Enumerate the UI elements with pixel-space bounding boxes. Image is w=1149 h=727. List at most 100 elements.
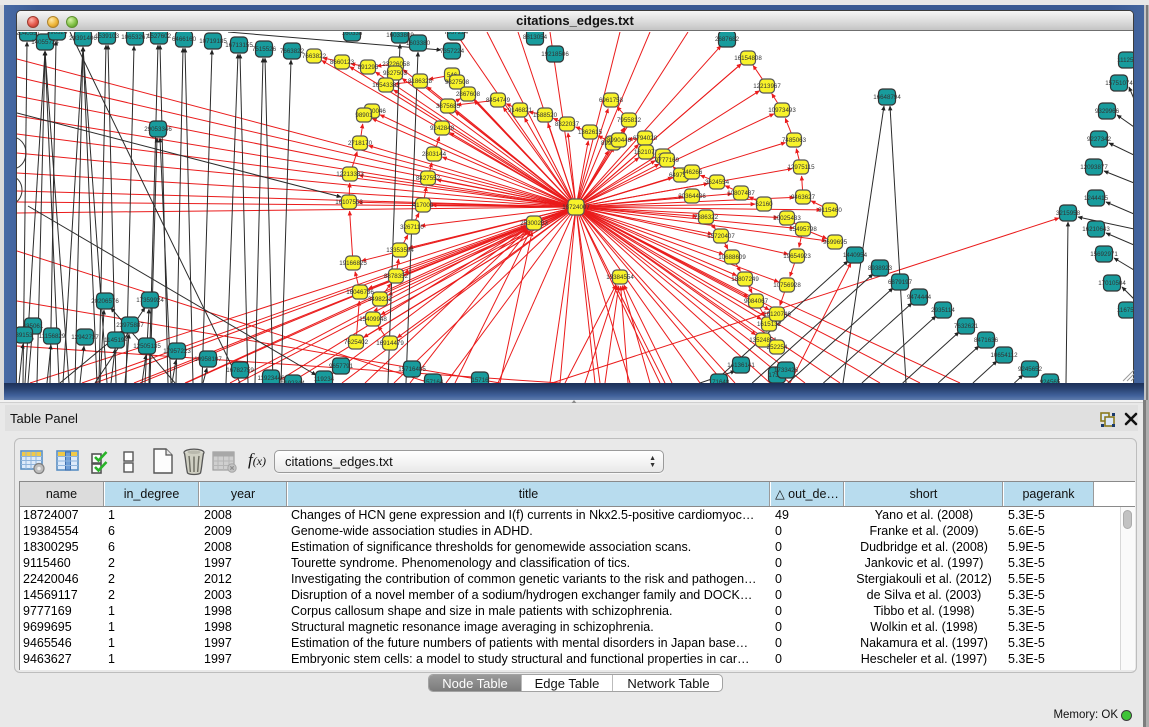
svg-text:16782759: 16782759 — [226, 367, 254, 374]
svg-text:15409948: 15409948 — [359, 316, 387, 323]
svg-text:7625402: 7625402 — [344, 339, 369, 346]
svg-text:16713155: 16713155 — [225, 42, 253, 49]
svg-text:16154808: 16154808 — [734, 55, 762, 62]
svg-text:12505135: 12505135 — [133, 343, 161, 350]
svg-text:157164: 157164 — [423, 379, 444, 383]
svg-text:8322037: 8322037 — [555, 121, 580, 128]
svg-text:9327503: 9327503 — [383, 70, 408, 77]
svg-text:17957223: 17957223 — [163, 348, 191, 355]
svg-text:13353594: 13353594 — [386, 247, 414, 254]
svg-text:171648: 171648 — [709, 379, 730, 383]
svg-text:2687682: 2687682 — [715, 36, 740, 43]
svg-text:16210643: 16210643 — [1082, 226, 1110, 233]
svg-text:7663822: 7663822 — [280, 48, 305, 55]
svg-text:111254: 111254 — [1117, 57, 1133, 64]
svg-text:417006: 417006 — [413, 202, 434, 209]
svg-text:9699695: 9699695 — [823, 239, 848, 246]
svg-text:12213383: 12213383 — [336, 171, 364, 178]
svg-text:8660123: 8660123 — [330, 59, 355, 66]
svg-text:7515526: 7515526 — [252, 46, 277, 53]
svg-text:39153: 39153 — [17, 332, 33, 339]
svg-text:12942737: 12942737 — [71, 334, 99, 341]
svg-text:9329966: 9329966 — [1095, 108, 1120, 115]
svg-text:6466160: 6466160 — [172, 36, 197, 43]
svg-text:7955812: 7955812 — [617, 117, 642, 124]
svg-text:3215958: 3215958 — [1056, 210, 1081, 217]
svg-text:10958107: 10958107 — [194, 356, 222, 363]
svg-text:9115460: 9115460 — [818, 207, 842, 214]
svg-text:18724007: 18724007 — [562, 204, 590, 211]
svg-text:2803144: 2803144 — [422, 151, 447, 158]
svg-text:3267110: 3267110 — [400, 224, 424, 231]
svg-text:8471636: 8471636 — [974, 337, 999, 344]
svg-text:17359924: 17359924 — [136, 297, 164, 304]
svg-text:16046736: 16046736 — [346, 289, 374, 296]
svg-text:7386322: 7386322 — [694, 214, 719, 221]
svg-text:98901: 98901 — [355, 112, 373, 119]
svg-text:1362615: 1362615 — [578, 129, 603, 136]
svg-text:9245652: 9245652 — [1018, 366, 1043, 373]
svg-text:10653267: 10653267 — [121, 34, 149, 41]
svg-text:20391406: 20391406 — [69, 35, 97, 42]
svg-text:10688609: 10688609 — [718, 254, 746, 261]
svg-text:8938923: 8938923 — [868, 265, 893, 272]
svg-text:891295: 891295 — [358, 64, 379, 71]
svg-text:12213967: 12213967 — [753, 83, 781, 90]
svg-text:15720407: 15720407 — [707, 233, 735, 240]
svg-text:119234: 119234 — [314, 376, 335, 383]
svg-text:9657791: 9657791 — [329, 363, 354, 370]
svg-text:19218506: 19218506 — [541, 51, 569, 58]
svg-text:996524: 996524 — [47, 32, 68, 36]
svg-text:16648794: 16648794 — [873, 94, 901, 101]
svg-text:19166825: 19166825 — [339, 260, 367, 267]
svg-text:19654923: 19654923 — [783, 253, 811, 260]
svg-text:2718170: 2718170 — [348, 140, 373, 147]
svg-text:7357224: 7357224 — [444, 32, 469, 36]
svg-text:10973493: 10973493 — [768, 107, 796, 114]
svg-text:10807487: 10807487 — [727, 190, 755, 197]
svg-text:8813054: 8813054 — [523, 34, 548, 41]
svg-text:17010504: 17010504 — [1098, 280, 1126, 287]
svg-text:7357224: 7357224 — [440, 48, 465, 55]
svg-text:1539103: 1539103 — [95, 33, 120, 40]
svg-text:16914479: 16914479 — [376, 340, 404, 347]
svg-text:15495798: 15495798 — [789, 226, 817, 233]
svg-text:1527602: 1527602 — [147, 33, 172, 40]
svg-text:6794028: 6794028 — [633, 135, 658, 142]
svg-text:18807249: 18807249 — [731, 276, 759, 283]
svg-text:1615132: 1615132 — [757, 321, 782, 328]
svg-text:12975115: 12975115 — [787, 164, 815, 171]
svg-text:9084067: 9084067 — [744, 298, 769, 305]
svg-text:1244415: 1244415 — [1084, 195, 1109, 202]
svg-text:15692971: 15692971 — [1090, 251, 1118, 258]
svg-text:14136141: 14136141 — [727, 362, 755, 369]
svg-text:25300203: 25300203 — [520, 220, 548, 227]
svg-text:1192344: 1192344 — [281, 380, 305, 383]
svg-text:1145194: 1145194 — [104, 337, 128, 344]
svg-text:1440954: 1440954 — [843, 252, 868, 259]
svg-text:9463627: 9463627 — [791, 194, 816, 201]
svg-text:924565: 924565 — [1040, 379, 1061, 383]
svg-text:23975887: 23975887 — [116, 322, 144, 329]
svg-text:11156829: 11156829 — [39, 333, 66, 340]
svg-text:252254: 252254 — [767, 344, 788, 351]
svg-text:9227342: 9227342 — [1087, 136, 1112, 143]
svg-text:9327508: 9327508 — [445, 79, 470, 86]
svg-text:16107553: 16107553 — [335, 199, 363, 206]
svg-text:8990448: 8990448 — [607, 137, 632, 144]
svg-text:9242848: 9242848 — [430, 125, 455, 132]
svg-text:6879197: 6879197 — [888, 279, 913, 286]
svg-text:10756928: 10756928 — [773, 282, 801, 289]
svg-text:1603380: 1603380 — [406, 40, 431, 47]
svg-text:9474444: 9474444 — [907, 294, 932, 301]
svg-text:15716: 15716 — [471, 377, 489, 383]
svg-text:1588520: 1588520 — [533, 112, 558, 119]
svg-text:1733426: 1733426 — [774, 367, 799, 374]
svg-text:10719185: 10719185 — [199, 38, 227, 45]
svg-text:8878352: 8878352 — [384, 273, 409, 280]
svg-text:19384554: 19384554 — [606, 274, 634, 281]
svg-text:8186328: 8186328 — [408, 78, 433, 85]
svg-text:16120746: 16120746 — [763, 311, 791, 318]
svg-text:2867608: 2867608 — [456, 91, 481, 98]
svg-text:3875685: 3875685 — [436, 103, 461, 110]
